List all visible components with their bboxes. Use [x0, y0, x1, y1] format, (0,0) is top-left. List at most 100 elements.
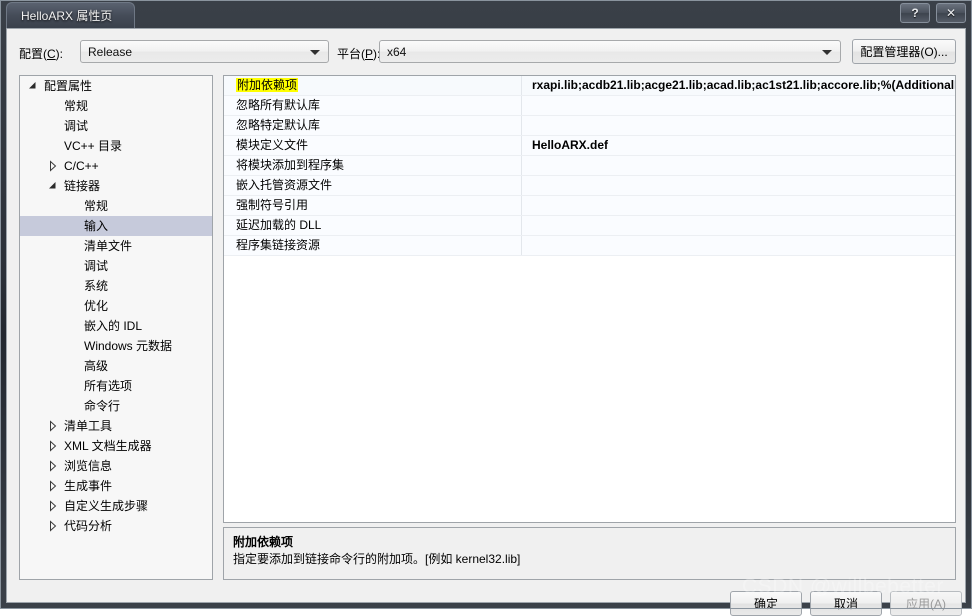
- description-pane: 附加依赖项 指定要添加到链接命令行的附加项。[例如 kernel32.lib]: [223, 527, 956, 580]
- tree-item[interactable]: 嵌入的 IDL: [20, 316, 212, 336]
- tree-item[interactable]: 代码分析: [20, 516, 212, 536]
- tree-item[interactable]: 系统: [20, 276, 212, 296]
- chevron-right-icon[interactable]: [46, 516, 60, 536]
- tree-item[interactable]: Windows 元数据: [20, 336, 212, 356]
- property-name-cell: 忽略特定默认库: [224, 116, 522, 135]
- property-name-cell: 程序集链接资源: [224, 236, 522, 255]
- property-tree[interactable]: 配置属性 常规 调试 VC++ 目录 C/C++ 链接器 常规 输入 清单文件 调试 系统 优化 嵌入的…: [19, 75, 213, 580]
- tree-item[interactable]: 优化: [20, 296, 212, 316]
- help-button[interactable]: ?: [900, 3, 930, 23]
- property-pages-window: HelloARX 属性页 ? ✕ 配置(C): Release 平台(P): x…: [0, 0, 972, 616]
- property-name-cell: 将模块添加到程序集: [224, 156, 522, 175]
- tree-item-label: 配置属性: [44, 79, 93, 93]
- title-tab: HelloARX 属性页: [6, 2, 136, 28]
- property-value-cell[interactable]: [522, 236, 955, 255]
- apply-button[interactable]: 应用(A): [890, 591, 962, 616]
- property-row[interactable]: 将模块添加到程序集: [224, 156, 955, 176]
- configuration-manager-button[interactable]: 配置管理器(O)...: [852, 39, 956, 64]
- chevron-right-icon[interactable]: [46, 456, 60, 476]
- chevron-down-icon[interactable]: [46, 176, 60, 196]
- tree-item[interactable]: 自定义生成步骤: [20, 496, 212, 516]
- chevron-right-icon[interactable]: [46, 436, 60, 456]
- tree-item-label: 输入: [84, 219, 109, 233]
- tree-item-label: XML 文档生成器: [64, 439, 152, 453]
- property-value-cell[interactable]: rxapi.lib;acdb21.lib;acge21.lib;acad.lib…: [522, 76, 955, 95]
- property-row[interactable]: 延迟加载的 DLL: [224, 216, 955, 236]
- cancel-button-label: 取消: [833, 597, 858, 611]
- tree-item[interactable]: 清单工具: [20, 416, 212, 436]
- property-name-highlight: 附加依赖项: [236, 78, 299, 92]
- dialog-client-area: 配置(C): Release 平台(P): x64 配置管理器(O)... 配置…: [6, 28, 966, 616]
- property-row[interactable]: 忽略特定默认库: [224, 116, 955, 136]
- tree-item[interactable]: XML 文档生成器: [20, 436, 212, 456]
- property-row[interactable]: 忽略所有默认库: [224, 96, 955, 116]
- platform-value: x64: [387, 44, 407, 59]
- property-value-cell[interactable]: HelloARX.def: [522, 136, 955, 155]
- cancel-button[interactable]: 取消: [810, 591, 882, 616]
- tree-item[interactable]: 浏览信息: [20, 456, 212, 476]
- tree-item[interactable]: 常规: [20, 196, 212, 216]
- property-row[interactable]: 程序集链接资源: [224, 236, 955, 256]
- description-title: 附加依赖项: [233, 535, 294, 549]
- configuration-manager-label: 配置管理器(O)...: [860, 45, 948, 59]
- tree-item[interactable]: 所有选项: [20, 376, 212, 396]
- tree-item[interactable]: VC++ 目录: [20, 136, 212, 156]
- tree-item-label: VC++ 目录: [64, 139, 123, 153]
- tree-item-label: 高级: [84, 359, 109, 373]
- ok-button-label: 确定: [753, 597, 778, 611]
- chevron-right-icon[interactable]: [46, 416, 60, 436]
- tree-item[interactable]: C/C++: [20, 156, 212, 176]
- description-body: 指定要添加到链接命令行的附加项。[例如 kernel32.lib]: [233, 552, 521, 566]
- apply-button-label: 应用(A): [906, 597, 946, 611]
- tree-item[interactable]: 常规: [20, 96, 212, 116]
- property-value-cell[interactable]: [522, 96, 955, 115]
- property-row[interactable]: 附加依赖项 rxapi.lib;acdb21.lib;acge21.lib;aca…: [224, 76, 955, 96]
- property-row[interactable]: 强制符号引用: [224, 196, 955, 216]
- chevron-down-icon: [310, 49, 320, 55]
- tree-item-label: 常规: [84, 199, 109, 213]
- window-title: HelloARX 属性页: [21, 9, 113, 23]
- tree-item[interactable]: 调试: [20, 256, 212, 276]
- ok-button[interactable]: 确定: [730, 591, 802, 616]
- tree-item[interactable]: 输入: [20, 216, 212, 236]
- platform-combobox[interactable]: x64: [379, 40, 841, 63]
- tree-item-label: 自定义生成步骤: [64, 499, 149, 513]
- tree-item-label: Windows 元数据: [84, 339, 173, 353]
- tree-item-label: 命令行: [84, 399, 121, 413]
- configuration-combobox[interactable]: Release: [80, 40, 329, 63]
- tree-item[interactable]: 命令行: [20, 396, 212, 416]
- property-grid-empty-area: [224, 256, 955, 522]
- property-row[interactable]: 模块定义文件 HelloARX.def: [224, 136, 955, 156]
- chevron-down-icon: [822, 49, 832, 55]
- property-value-cell[interactable]: [522, 216, 955, 235]
- property-value-cell[interactable]: [522, 196, 955, 215]
- title-bar: HelloARX 属性页 ? ✕: [0, 0, 972, 28]
- tree-item-label: 清单工具: [64, 419, 113, 433]
- property-name-cell: 强制符号引用: [224, 196, 522, 215]
- tree-item[interactable]: 生成事件: [20, 476, 212, 496]
- tree-item[interactable]: 清单文件: [20, 236, 212, 256]
- tree-item-label: 调试: [84, 259, 109, 273]
- close-button[interactable]: ✕: [936, 3, 966, 23]
- tree-item[interactable]: 高级: [20, 356, 212, 376]
- property-value-cell[interactable]: [522, 116, 955, 135]
- chevron-right-icon[interactable]: [46, 496, 60, 516]
- tree-item-label: C/C++: [64, 159, 99, 173]
- property-value-cell[interactable]: [522, 176, 955, 195]
- chevron-down-icon[interactable]: [26, 76, 40, 96]
- property-grid[interactable]: 附加依赖项 rxapi.lib;acdb21.lib;acge21.lib;aca…: [223, 75, 956, 523]
- property-name-cell: 模块定义文件: [224, 136, 522, 155]
- tree-item[interactable]: 调试: [20, 116, 212, 136]
- property-name-cell: 延迟加载的 DLL: [224, 216, 522, 235]
- property-value-cell[interactable]: [522, 156, 955, 175]
- tree-item-label: 浏览信息: [64, 459, 113, 473]
- tree-item-label: 清单文件: [84, 239, 133, 253]
- tree-item-label: 优化: [84, 299, 109, 313]
- tree-item-label: 代码分析: [64, 519, 113, 533]
- property-row[interactable]: 嵌入托管资源文件: [224, 176, 955, 196]
- chevron-right-icon[interactable]: [46, 156, 60, 176]
- property-name-cell: 嵌入托管资源文件: [224, 176, 522, 195]
- tree-item[interactable]: 链接器: [20, 176, 212, 196]
- chevron-right-icon[interactable]: [46, 476, 60, 496]
- tree-item[interactable]: 配置属性: [20, 76, 212, 96]
